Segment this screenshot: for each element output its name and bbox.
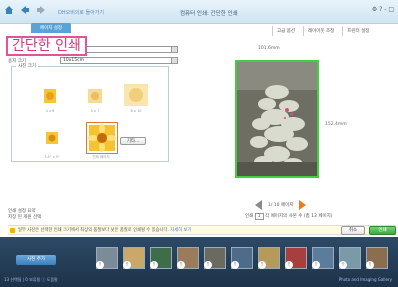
size-label: 3.5" x 5" (44, 155, 60, 159)
warning-badge-icon: ! (231, 261, 239, 269)
prev-page-icon[interactable] (255, 200, 263, 210)
size-thumb-full-page[interactable] (86, 122, 118, 154)
chevron-down-icon (171, 58, 177, 63)
next-page-icon[interactable] (298, 200, 307, 210)
film-thumb[interactable]: ! (96, 247, 118, 269)
more-sizes-button[interactable]: 기타... (120, 137, 146, 145)
film-thumb[interactable]: ! (285, 247, 307, 269)
preview-height: 152.4mm (325, 122, 347, 127)
paper-size-value: 10x15cm (63, 58, 84, 63)
warning-text: 일부 사진은 선택한 인쇄 크기에서 최상의 품질보다 낮은 품질로 인쇄될 수… (18, 228, 169, 233)
film-thumb[interactable]: ! (339, 247, 361, 269)
warning-icon (10, 228, 15, 233)
warning-badge-icon: ! (312, 261, 320, 269)
size-label: 8 x 10 (130, 109, 142, 113)
window-title: 컴퓨터 인쇄: 간단한 인쇄 (180, 11, 238, 17)
photo-size-group: 사진 크기 4 x 6 5 x 7 8 x 10 3.5" x 5" 전체 페이… (11, 63, 169, 162)
back-icon[interactable] (20, 5, 30, 15)
warning-badge-icon: ! (285, 261, 293, 269)
size-thumb-5x7[interactable] (85, 87, 105, 105)
chevron-down-icon (171, 47, 177, 52)
warning-badge-icon: ! (339, 261, 347, 269)
filmstrip: 사진 추가 ! ! ! ! ! ! ! ! ! ! ! 13 선택됨 | 0 보… (0, 237, 398, 287)
filmstrip-status: 13 선택됨 | 0 보류됨 ⓘ 도움말 (4, 277, 58, 282)
title-bar: DH오비의로 돌아가기 컴퓨터 인쇄: 간단한 인쇄 ⚙ ? - □ (0, 0, 398, 24)
size-thumb-8x10[interactable] (122, 82, 150, 108)
warning-badge-icon: ! (204, 261, 212, 269)
film-thumb[interactable]: ! (123, 247, 145, 269)
paper-size-select[interactable]: 10x15cm (60, 57, 178, 64)
window-controls[interactable]: ⚙ ? - □ (372, 6, 394, 13)
size-label: 전체 페이지 (92, 155, 110, 159)
size-label: 4 x 6 (45, 109, 55, 113)
film-thumb[interactable]: ! (177, 247, 199, 269)
film-thumb[interactable]: ! (231, 247, 253, 269)
film-thumb[interactable]: ! (150, 247, 172, 269)
page-navigator: 1/ 10 페이지 (255, 200, 307, 210)
warning-link[interactable]: 자세히 보기 (170, 228, 191, 233)
home-icon[interactable] (4, 5, 14, 15)
back-link[interactable]: DH오비의로 돌아가기 (58, 9, 104, 16)
size-thumb-3.5x5[interactable] (42, 129, 62, 147)
copies-stepper[interactable]: 1 (254, 213, 264, 220)
tab-page-setup[interactable]: 페이지 설정 (31, 23, 71, 33)
cancel-button[interactable]: 취소 (341, 226, 365, 235)
print-button[interactable]: 인쇄 (369, 226, 396, 235)
film-thumb[interactable]: ! (312, 247, 334, 269)
copies-prefix: 인쇄 (245, 214, 254, 219)
film-thumb[interactable]: ! (204, 247, 226, 269)
photo-size-legend: 사진 크기 (16, 63, 38, 69)
warning-badge-icon: ! (123, 261, 131, 269)
page-title: 간단한 인쇄 (6, 36, 87, 56)
settings-summary: 인쇄 설정 요약 저장 된 개원 선택 (8, 209, 41, 221)
forward-icon[interactable] (36, 5, 46, 15)
copies-suffix: 각 페이지의 사본 수 (총 13 페이지) (265, 214, 333, 219)
size-thumb-4x6[interactable] (40, 87, 60, 105)
advanced-options-button[interactable]: 고급 옵션 (272, 26, 299, 36)
add-photo-button[interactable]: 사진 추가 (16, 255, 56, 265)
brand-label: Photo and Imaging Gallery (338, 277, 392, 282)
film-thumb[interactable]: ! (366, 247, 388, 269)
film-thumb[interactable]: ! (258, 247, 280, 269)
copies-line: 인쇄 1 각 페이지의 사본 수 (총 13 페이지) (245, 213, 333, 220)
warning-badge-icon: ! (96, 261, 104, 269)
warning-badge-icon: ! (177, 261, 185, 269)
layout-adjust-button[interactable]: 레이아웃 조정 (303, 26, 338, 36)
print-preview (235, 60, 319, 178)
summary-subtitle[interactable]: 저장 된 개원 선택 (8, 215, 41, 221)
quality-warning: 일부 사진은 선택한 인쇄 크기에서 최상의 품질보다 낮은 품질로 인쇄될 수… (8, 225, 396, 235)
toolbar: 고급 옵션 레이아웃 조정 프린터 설정 (272, 26, 373, 36)
warning-badge-icon: ! (366, 261, 374, 269)
warning-badge-icon: ! (258, 261, 266, 269)
page-indicator: 1/ 10 페이지 (268, 203, 294, 208)
preview-width: 101.6mm (258, 46, 280, 51)
warning-badge-icon: ! (150, 261, 158, 269)
printer-settings-button[interactable]: 프린터 설정 (342, 26, 373, 36)
size-label: 5 x 7 (90, 109, 100, 113)
